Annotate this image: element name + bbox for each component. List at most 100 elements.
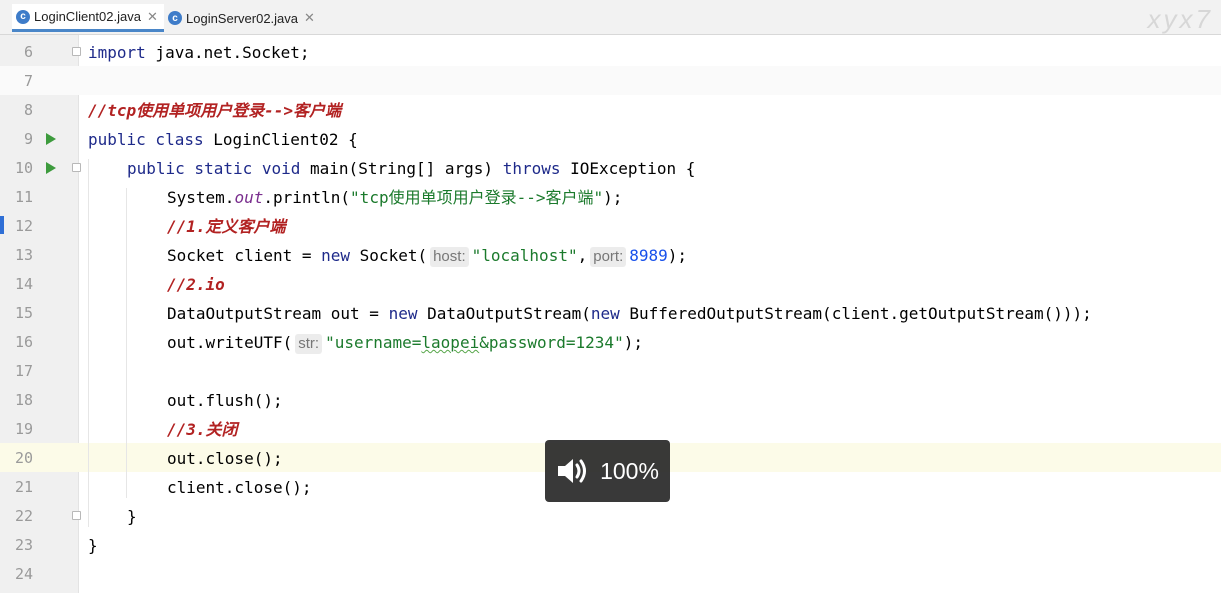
string-literal: "username=: [325, 333, 422, 352]
code-line: 7: [0, 67, 1221, 96]
editor-tab-bar: c LoginClient02.java ✕ c LoginServer02.j…: [0, 0, 1221, 35]
code-text: }: [88, 536, 98, 555]
keyword: public class: [88, 130, 204, 149]
string-literal-typo: laopei: [421, 333, 480, 352]
keyword: new: [388, 304, 418, 323]
comment: //3.关闭: [167, 420, 238, 439]
string-literal: "localhost": [471, 246, 578, 265]
code-segment: System.: [167, 188, 235, 207]
code-text: System.out.println("tcp使用单项用户登录-->客户端");: [167, 183, 622, 212]
code-text: public class LoginClient02 {: [88, 125, 358, 154]
line-number: 23: [14, 536, 33, 554]
code-text: DataOutputStream out = new DataOutputStr…: [167, 299, 1092, 328]
code-line: 9 public class LoginClient02 {: [0, 125, 1221, 154]
code-segment: IOException {: [560, 159, 696, 178]
param-hint: port:: [590, 247, 627, 267]
code-segment: );: [667, 246, 688, 265]
code-line: 8 //tcp使用单项用户登录-->客户端: [0, 96, 1221, 125]
line-number: 11: [14, 188, 33, 206]
param-hint: host:: [430, 247, 469, 267]
tab-login-client[interactable]: c LoginClient02.java ✕: [12, 4, 164, 32]
line-number: 12: [14, 217, 33, 235]
line-number: 24: [14, 565, 33, 583]
code-segment: main(String[] args): [300, 159, 503, 178]
keyword: public static void: [127, 159, 301, 178]
code-line: 24: [0, 560, 1221, 589]
tab-label: LoginServer02.java: [186, 10, 299, 26]
code-text: out.flush();: [167, 391, 283, 410]
line-number: 9: [23, 130, 33, 148]
close-icon[interactable]: ✕: [304, 10, 315, 26]
fold-icon[interactable]: [72, 163, 81, 172]
code-segment: java.net.Socket;: [145, 43, 310, 62]
code-line: 15 DataOutputStream out = new DataOutput…: [0, 299, 1221, 328]
line-number: 22: [14, 507, 33, 525]
line-number: 21: [14, 478, 33, 496]
string-literal: "tcp使用单项用户登录-->客户端": [350, 188, 604, 207]
code-line: 22 }: [0, 502, 1221, 531]
code-text: out.writeUTF(str: "username=laopei&passwo…: [167, 328, 643, 357]
line-number: 13: [14, 246, 33, 264]
code-line: 13 Socket client = new Socket(host: "loca…: [0, 241, 1221, 270]
speaker-icon: [558, 459, 587, 483]
code-text: import java.net.Socket;: [88, 38, 310, 67]
code-segment: );: [603, 188, 623, 207]
code-segment: Socket client =: [167, 246, 322, 265]
run-icon[interactable]: [46, 133, 56, 145]
run-icon[interactable]: [46, 162, 56, 174]
number-literal: 8989: [629, 246, 668, 265]
volume-level: 100%: [600, 457, 659, 484]
java-class-icon: c: [168, 11, 182, 25]
line-number: 17: [14, 362, 33, 380]
line-number: 16: [14, 333, 33, 351]
code-text: client.close();: [167, 478, 312, 497]
comment: //1.定义客户端: [167, 217, 286, 236]
fold-icon[interactable]: [72, 511, 81, 520]
line-number: 20: [14, 449, 33, 467]
code-segment: .println(: [263, 188, 351, 207]
code-segment: DataOutputStream(: [417, 304, 591, 323]
line-number: 7: [23, 72, 33, 90]
fold-icon[interactable]: [72, 47, 81, 56]
line-number: 10: [14, 159, 33, 177]
code-text: }: [127, 507, 137, 526]
keyword: throws: [502, 159, 561, 178]
code-segment: ,: [577, 246, 588, 265]
code-segment: );: [623, 333, 643, 352]
code-line: 23 }: [0, 531, 1221, 560]
tab-login-server[interactable]: c LoginServer02.java ✕: [164, 4, 321, 32]
code-segment: Socket(: [350, 246, 428, 265]
code-segment: DataOutputStream out =: [167, 304, 389, 323]
volume-overlay: 100%: [545, 440, 670, 502]
code-line: 14 //2.io: [0, 270, 1221, 299]
code-line: 17: [0, 357, 1221, 386]
tab-label: LoginClient02.java: [34, 9, 141, 24]
line-number: 6: [23, 43, 33, 61]
keyword: import: [88, 43, 146, 62]
code-segment: out.writeUTF(: [167, 333, 293, 352]
static-field: out: [234, 188, 264, 207]
param-hint: str:: [295, 334, 323, 354]
code-line: 6 import java.net.Socket;: [0, 38, 1221, 67]
code-segment: LoginClient02 {: [203, 130, 358, 149]
java-class-icon: c: [16, 9, 30, 24]
keyword: new: [321, 246, 351, 265]
code-text: Socket client = new Socket(host: "localho…: [167, 241, 687, 270]
code-line: 18 out.flush();: [0, 386, 1221, 415]
code-line: 12 //1.定义客户端: [0, 212, 1221, 241]
line-number: 18: [14, 391, 33, 409]
code-text: public static void main(String[] args) t…: [127, 154, 695, 183]
code-segment: BufferedOutputStream(client.getOutputStr…: [619, 304, 1092, 323]
line-number: 14: [14, 275, 33, 293]
comment: //tcp使用单项用户登录-->客户端: [88, 101, 342, 120]
comment: //2.io: [167, 275, 225, 294]
close-icon[interactable]: ✕: [147, 9, 158, 25]
line-number: 19: [14, 420, 33, 438]
string-literal: &password=1234": [479, 333, 624, 352]
code-line: 11 System.out.println("tcp使用单项用户登录-->客户端…: [0, 183, 1221, 212]
watermark: xyx7: [1147, 4, 1213, 34]
code-line: 10 public static void main(String[] args…: [0, 154, 1221, 183]
keyword: new: [590, 304, 620, 323]
line-number: 15: [14, 304, 33, 322]
line-number: 8: [23, 101, 33, 119]
